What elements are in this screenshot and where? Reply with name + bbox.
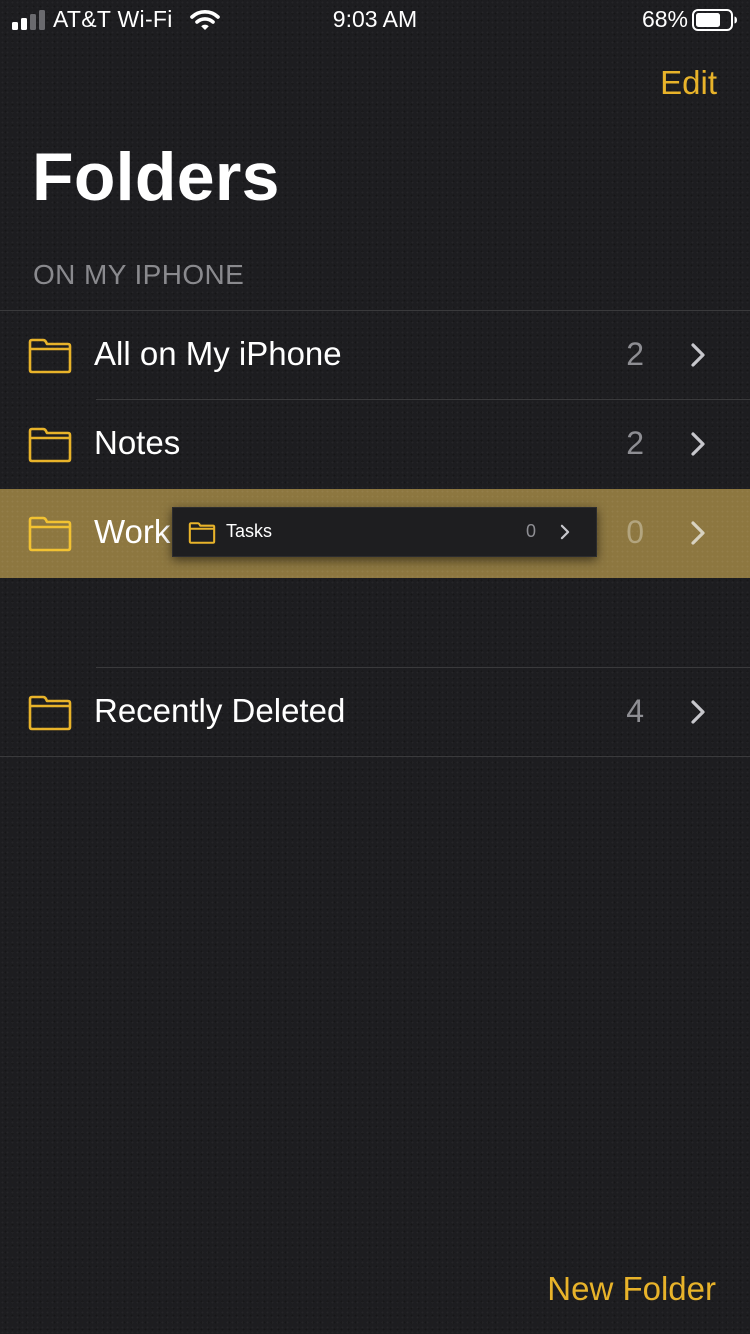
folder-icon — [28, 427, 72, 463]
chevron-right-icon — [691, 521, 705, 545]
folder-count: 2 — [626, 336, 644, 372]
folder-count: 4 — [626, 693, 644, 729]
folder-label: Notes — [94, 424, 181, 461]
folder-icon — [28, 338, 72, 374]
drag-preview-count: 0 — [525, 521, 536, 541]
status-time: 9:03 AM — [332, 6, 418, 32]
chevron-right-icon — [691, 432, 705, 456]
folder-icon — [28, 695, 72, 731]
page-title: Folders — [32, 139, 280, 215]
folder-label: Recently Deleted — [94, 692, 346, 729]
divider — [0, 756, 750, 757]
folder-count: 2 — [626, 425, 644, 461]
folder-icon — [28, 516, 72, 552]
new-folder-button[interactable]: New Folder — [547, 1270, 716, 1308]
drag-preview-label: Tasks — [226, 521, 273, 541]
folder-row-all-on-my-iphone[interactable]: All on My iPhone 2 — [0, 311, 750, 400]
section-header: ON MY IPHONE — [33, 259, 245, 290]
status-bar: AT&T Wi-Fi 9:03 AM 68% — [0, 0, 750, 40]
battery-icon — [692, 9, 738, 36]
folder-label: All on My iPhone — [94, 335, 342, 372]
folder-row-notes[interactable]: Notes 2 — [0, 400, 750, 489]
edit-button[interactable]: Edit — [660, 64, 717, 102]
chevron-right-icon — [691, 343, 705, 367]
drag-preview-tasks[interactable]: Tasks 0 — [172, 507, 597, 557]
chevron-right-icon — [691, 700, 705, 724]
folder-icon — [188, 522, 216, 544]
folder-label: Work — [94, 513, 171, 550]
folder-count: 0 — [626, 514, 644, 550]
folder-row-recently-deleted[interactable]: Recently Deleted 4 — [0, 668, 750, 757]
chevron-right-icon — [560, 524, 570, 540]
empty-row — [0, 578, 750, 668]
battery-percent: 68% — [641, 6, 688, 32]
